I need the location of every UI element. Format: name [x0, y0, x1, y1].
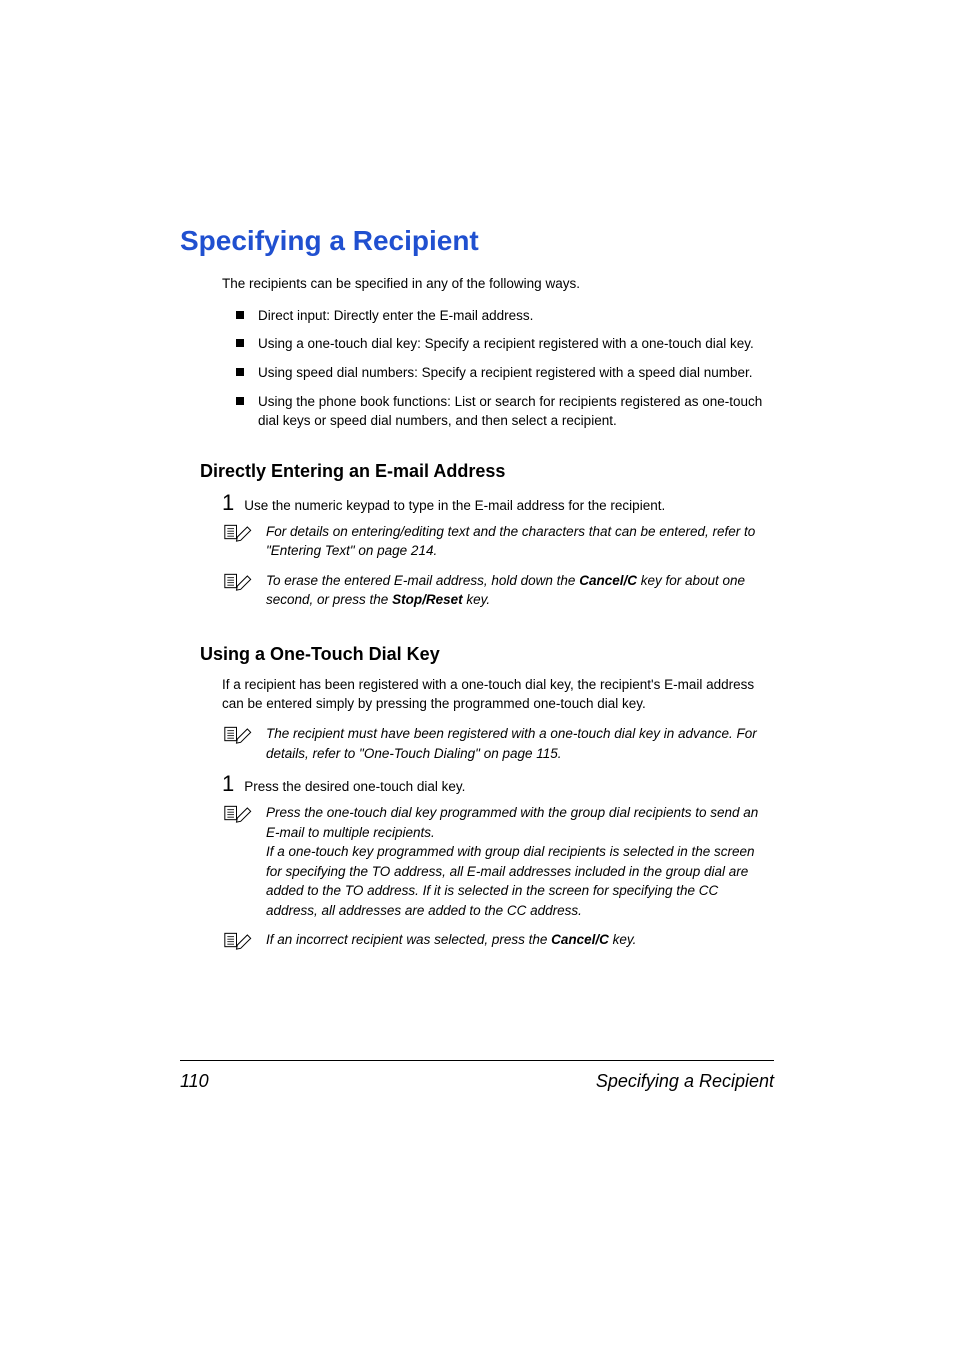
note-text: For details on entering/editing text and… [266, 522, 774, 561]
note-block: If an incorrect recipient was selected, … [222, 930, 774, 952]
note-block: To erase the entered E-mail address, hol… [222, 571, 774, 610]
note-pen-icon [222, 724, 256, 746]
note-text: Press the one-touch dial key programmed … [266, 803, 774, 920]
list-item: Using speed dial numbers: Specify a reci… [236, 363, 774, 383]
intro-paragraph: The recipients can be specified in any o… [222, 275, 774, 294]
list-item: Direct input: Directly enter the E-mail … [236, 306, 774, 326]
note-text-fragment: key. [463, 592, 491, 607]
note-block: Press the one-touch dial key programmed … [222, 803, 774, 920]
step-number: 1 [222, 773, 234, 795]
note-text-fragment: To erase the entered E-mail address, hol… [266, 573, 579, 588]
note-pen-icon [222, 522, 256, 544]
note-block: The recipient must have been registered … [222, 724, 774, 763]
note-pen-icon [222, 930, 256, 952]
note-text-bold: Stop/Reset [392, 592, 463, 607]
page-title: Specifying a Recipient [180, 225, 774, 257]
list-item: Using a one-touch dial key: Specify a re… [236, 334, 774, 354]
note-text-fragment: key. [609, 932, 637, 947]
section-heading-direct-entry: Directly Entering an E-mail Address [200, 461, 774, 482]
note-text-fragment: If an incorrect recipient was selected, … [266, 932, 551, 947]
note-text: The recipient must have been registered … [266, 724, 774, 763]
bullet-list: Direct input: Directly enter the E-mail … [236, 306, 774, 431]
step-number: 1 [222, 492, 234, 514]
list-item: Using the phone book functions: List or … [236, 392, 774, 431]
note-pen-icon [222, 571, 256, 593]
step-1-section1: 1 Use the numeric keypad to type in the … [222, 492, 774, 516]
step-text: Press the desired one-touch dial key. [244, 778, 465, 797]
running-title: Specifying a Recipient [596, 1071, 774, 1092]
step-1-section2: 1 Press the desired one-touch dial key. [222, 773, 774, 797]
footer-rule [180, 1060, 774, 1061]
document-page: Specifying a Recipient The recipients ca… [0, 0, 954, 1350]
section-heading-one-touch: Using a One-Touch Dial Key [200, 644, 774, 665]
step-text: Use the numeric keypad to type in the E-… [244, 497, 665, 516]
note-text-bold: Cancel/C [579, 573, 637, 588]
page-footer: 110 Specifying a Recipient [180, 1060, 774, 1092]
note-text: If an incorrect recipient was selected, … [266, 930, 646, 950]
note-block: For details on entering/editing text and… [222, 522, 774, 561]
note-text: To erase the entered E-mail address, hol… [266, 571, 774, 610]
body-paragraph: If a recipient has been registered with … [222, 675, 774, 714]
note-text-bold: Cancel/C [551, 932, 609, 947]
note-pen-icon [222, 803, 256, 825]
page-number: 110 [180, 1071, 209, 1092]
